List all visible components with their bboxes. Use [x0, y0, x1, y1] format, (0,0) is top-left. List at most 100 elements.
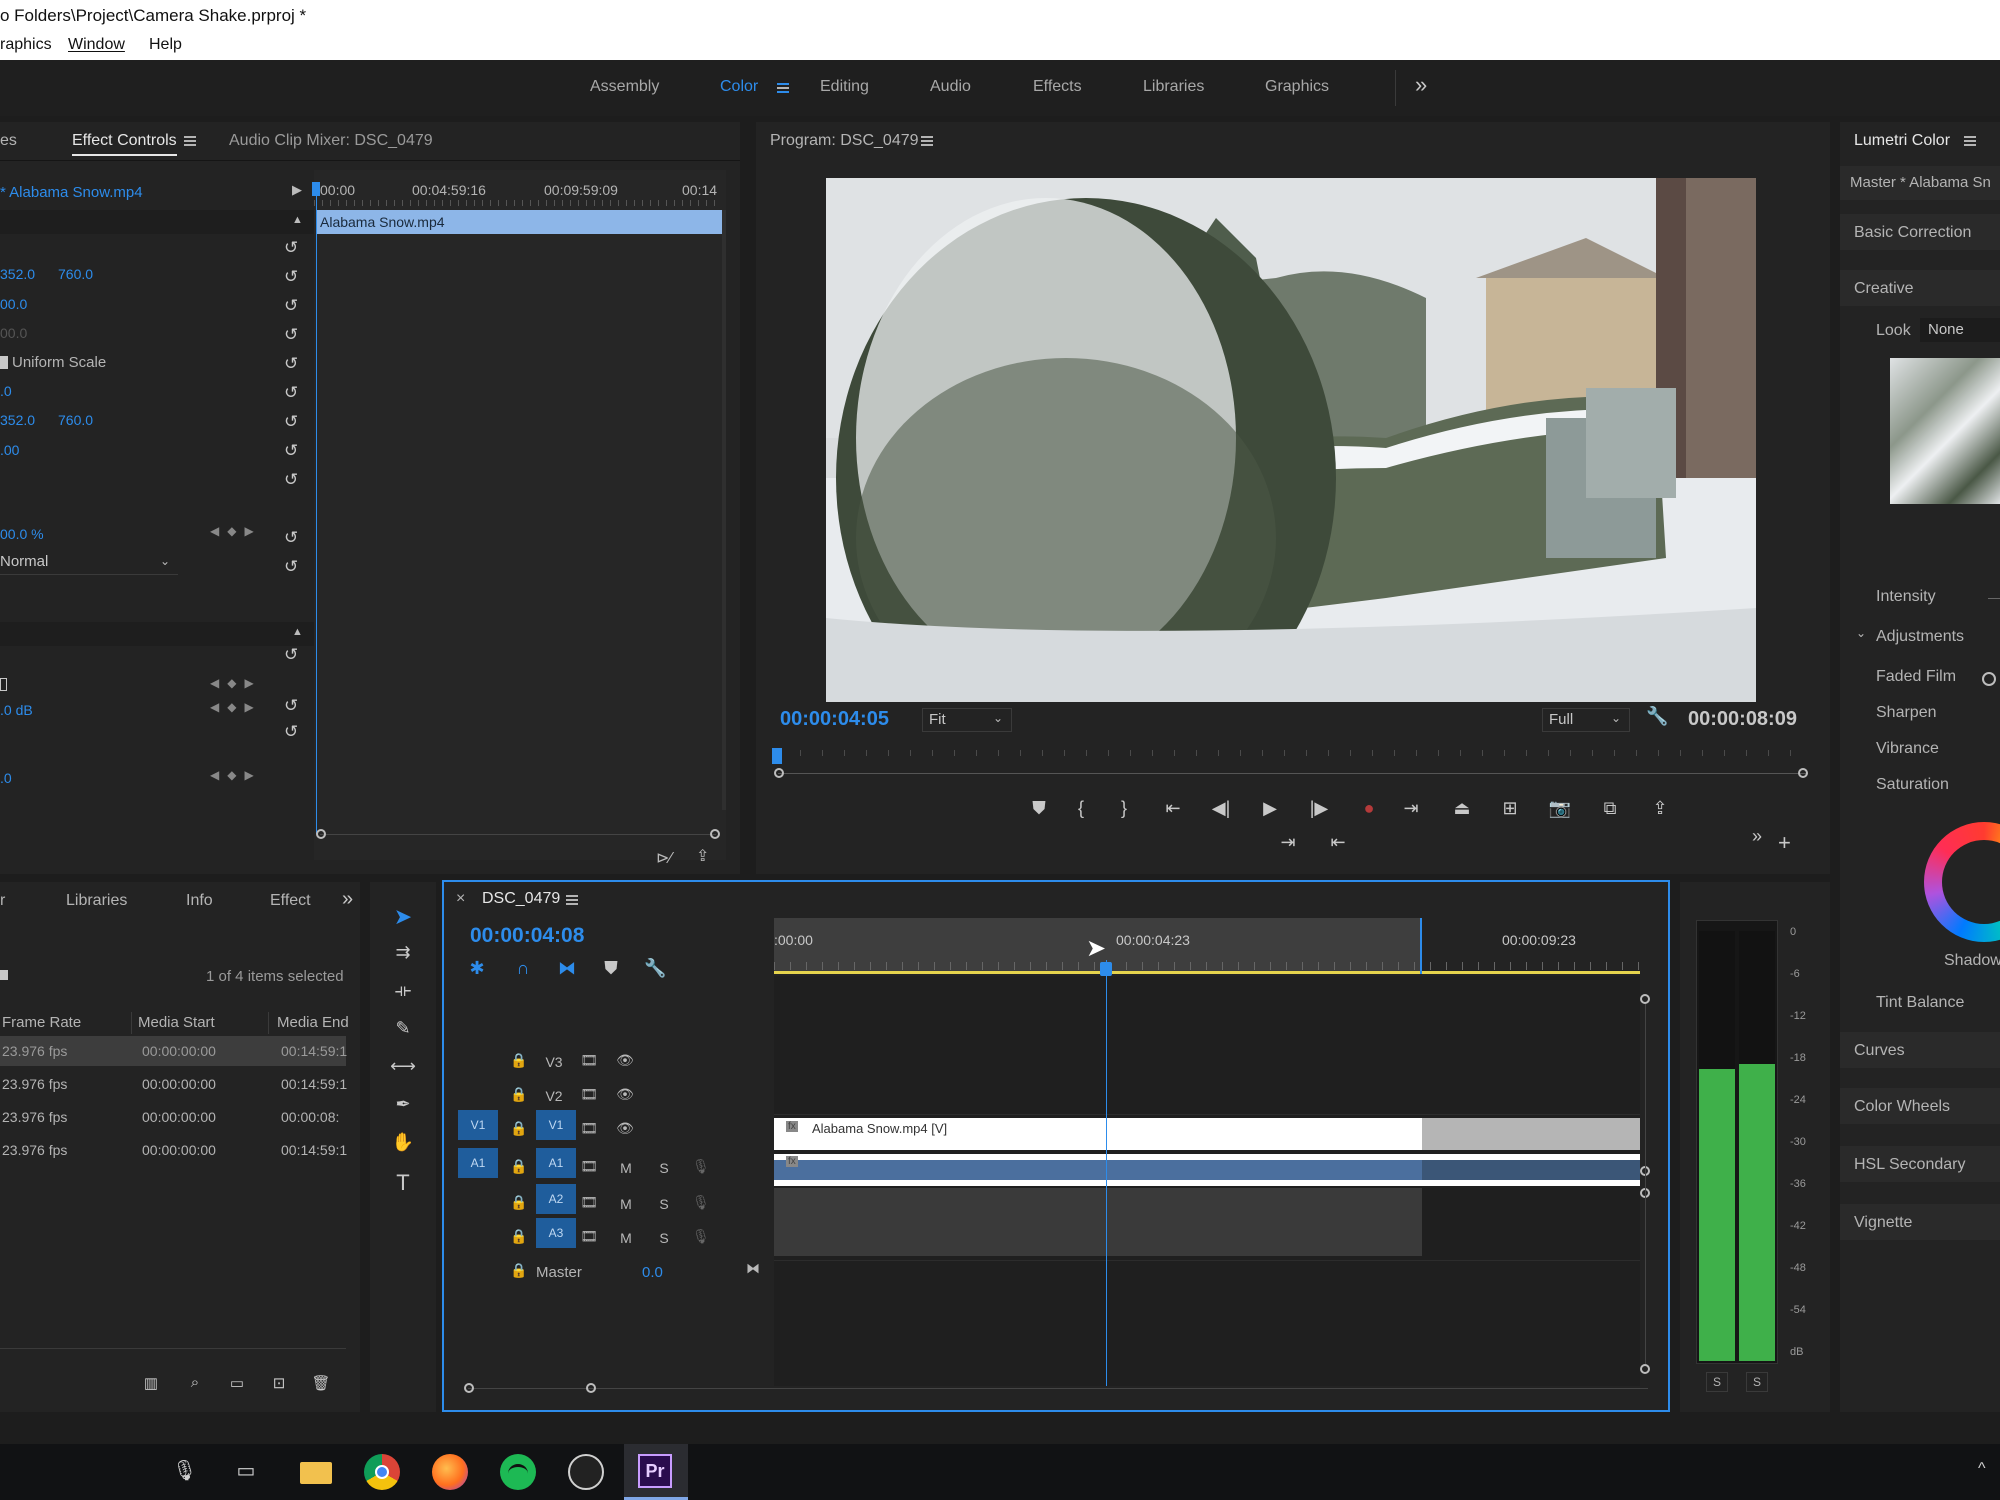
- fit-select[interactable]: Fit ⌄: [922, 708, 1012, 732]
- collapse-video-icon[interactable]: ▲: [292, 214, 303, 226]
- anchor-y-value[interactable]: 760.0: [58, 412, 93, 428]
- program-monitor-menu-icon[interactable]: [921, 136, 933, 146]
- table-row[interactable]: 23.976 fps 00:00:00:00 00:14:59:1: [0, 1135, 347, 1165]
- blend-mode-select[interactable]: Normal ⌄: [0, 552, 178, 575]
- play-icon[interactable]: ▶: [1257, 798, 1283, 819]
- lumetri-vignette-row[interactable]: Vignette: [1840, 1204, 2000, 1240]
- settings-wrench-icon[interactable]: 🔧: [1646, 706, 1668, 727]
- button-overflow-icon[interactable]: »: [1752, 826, 1762, 847]
- film-icon[interactable]: 🎞: [580, 1086, 598, 1103]
- film-icon[interactable]: 🎞: [580, 1228, 598, 1245]
- play-clip-icon[interactable]: ▶: [292, 182, 302, 198]
- timeline-zoom-start-handle[interactable]: [464, 1383, 474, 1393]
- new-item-icon[interactable]: ⊡: [268, 1374, 290, 1392]
- track-a3-target[interactable]: A3: [536, 1218, 576, 1248]
- reset-icon[interactable]: ↺: [284, 326, 300, 343]
- export-icon[interactable]: ⇪: [1646, 798, 1674, 819]
- mute-button[interactable]: M: [618, 1196, 634, 1212]
- nest-icon[interactable]: ✱: [466, 958, 488, 979]
- workspace-tab-editing[interactable]: Editing: [820, 78, 869, 96]
- reset-icon[interactable]: ↺: [284, 413, 300, 430]
- column-header-frame-rate[interactable]: Frame Rate: [2, 1014, 81, 1031]
- timeline-settings-wrench-icon[interactable]: 🔧: [644, 958, 666, 979]
- ec-scroll-end-handle[interactable]: [710, 829, 720, 839]
- timeline-close-icon[interactable]: ×: [456, 890, 465, 908]
- track-v2-label[interactable]: V2: [544, 1088, 564, 1104]
- eye-icon[interactable]: 👁: [616, 1120, 634, 1137]
- lumetri-master-clip[interactable]: Master * Alabama Sn: [1850, 174, 1991, 191]
- lumetri-menu-icon[interactable]: [1964, 136, 1976, 146]
- lumetri-hsl-row[interactable]: HSL Secondary: [1840, 1146, 2000, 1182]
- task-view-icon[interactable]: ▭: [230, 1458, 262, 1486]
- collapse-audio-icon[interactable]: ▲: [292, 626, 303, 638]
- intensity-slider[interactable]: [1988, 598, 2000, 599]
- lock-icon[interactable]: 🔒: [510, 1228, 527, 1245]
- work-area-end-marker[interactable]: [1420, 918, 1422, 974]
- meter-solo-left[interactable]: S: [1706, 1372, 1728, 1392]
- opacity-value[interactable]: 00.0 %: [0, 526, 44, 542]
- menu-item-help[interactable]: Help: [149, 36, 182, 54]
- opacity-keyframe-nav[interactable]: ◀◆▶: [210, 524, 262, 538]
- reset-icon[interactable]: ↺: [284, 529, 300, 546]
- ec-scrollbar[interactable]: [320, 834, 716, 835]
- ec-scroll-start-handle[interactable]: [316, 829, 326, 839]
- obs-icon[interactable]: [568, 1454, 604, 1490]
- tab-libraries[interactable]: Libraries: [66, 892, 127, 910]
- step-forward-icon[interactable]: |▶: [1306, 798, 1332, 819]
- workspace-tab-color[interactable]: Color: [720, 78, 758, 96]
- ec-clip-bar[interactable]: Alabama Snow.mp4: [316, 210, 722, 234]
- film-icon[interactable]: 🎞: [580, 1158, 598, 1175]
- hand-tool-icon[interactable]: ✋: [390, 1132, 416, 1153]
- program-zoom-end-handle[interactable]: [1798, 768, 1808, 778]
- audio-clip[interactable]: fx: [774, 1154, 1640, 1186]
- track-v3-lane[interactable]: [774, 1046, 1640, 1081]
- reset-icon[interactable]: ↺: [284, 442, 300, 459]
- mark-out-icon[interactable]: }: [1113, 798, 1135, 819]
- scale-value[interactable]: 00.0: [0, 296, 27, 312]
- film-icon[interactable]: 🎞: [580, 1120, 598, 1137]
- table-row[interactable]: 23.976 fps 00:00:00:00 00:14:59:1: [0, 1069, 347, 1099]
- ec-vertical-scrollbar[interactable]: [722, 210, 726, 810]
- filter-property-icon[interactable]: ⊳⁄: [656, 848, 672, 868]
- tab-info[interactable]: Info: [186, 892, 213, 910]
- project-tab-overflow-icon[interactable]: »: [342, 888, 353, 911]
- volume-level-value[interactable]: .0 dB: [0, 702, 33, 718]
- workspace-tab-effects[interactable]: Effects: [1033, 78, 1082, 96]
- new-bin-icon[interactable]: ▭: [226, 1374, 248, 1392]
- add-marker-icon[interactable]: ⛊: [600, 958, 622, 979]
- track-a1-target[interactable]: A1: [536, 1148, 576, 1178]
- reset-icon[interactable]: ↺: [284, 723, 300, 740]
- timeline-current-timecode[interactable]: 00:00:04:08: [470, 924, 584, 948]
- add-button-icon[interactable]: +: [1778, 830, 1791, 856]
- razor-tool-icon[interactable]: ✎: [390, 1018, 416, 1039]
- video-scroll-handle[interactable]: [1640, 994, 1650, 1004]
- master-track-value[interactable]: 0.0: [642, 1264, 663, 1281]
- lock-icon[interactable]: 🔒: [510, 1120, 527, 1137]
- track-a3-lane[interactable]: [774, 1222, 1422, 1256]
- track-v3-label[interactable]: V3: [544, 1054, 564, 1070]
- snap-icon[interactable]: ∩: [512, 958, 534, 979]
- effect-controls-menu-icon[interactable]: [184, 136, 196, 146]
- step-back-icon[interactable]: ◀|: [1208, 798, 1234, 819]
- reset-icon[interactable]: ↺: [284, 355, 300, 372]
- workspace-menu-icon[interactable]: [777, 83, 789, 93]
- record-icon[interactable]: ●: [1356, 798, 1382, 819]
- workspace-overflow-icon[interactable]: »: [1415, 72, 1427, 98]
- program-zoom-start-handle[interactable]: [774, 768, 784, 778]
- menu-item-graphics[interactable]: raphics: [0, 36, 52, 54]
- meter-solo-right[interactable]: S: [1746, 1372, 1768, 1392]
- selection-tool-icon[interactable]: ➤: [390, 904, 416, 930]
- anti-flicker-value[interactable]: .00: [0, 442, 19, 458]
- film-icon[interactable]: 🎞: [580, 1194, 598, 1211]
- timeline-horizontal-scrollbar[interactable]: [468, 1388, 1648, 1389]
- track-v1-source-toggle[interactable]: V1: [458, 1110, 498, 1140]
- table-row[interactable]: 23.976 fps 00:00:00:00 00:00:08:: [0, 1102, 346, 1132]
- master-jump-icon[interactable]: ⧓: [744, 1260, 762, 1277]
- mark-in-icon[interactable]: {: [1070, 798, 1092, 819]
- solo-button[interactable]: S: [656, 1230, 672, 1246]
- column-header-media-start[interactable]: Media Start: [138, 1014, 215, 1031]
- track-a2-lane[interactable]: [774, 1188, 1422, 1222]
- position-y-value[interactable]: 760.0: [58, 266, 93, 282]
- reset-icon[interactable]: ↺: [284, 239, 300, 256]
- show-hidden-icons-chevron[interactable]: ^: [1978, 1460, 1998, 1480]
